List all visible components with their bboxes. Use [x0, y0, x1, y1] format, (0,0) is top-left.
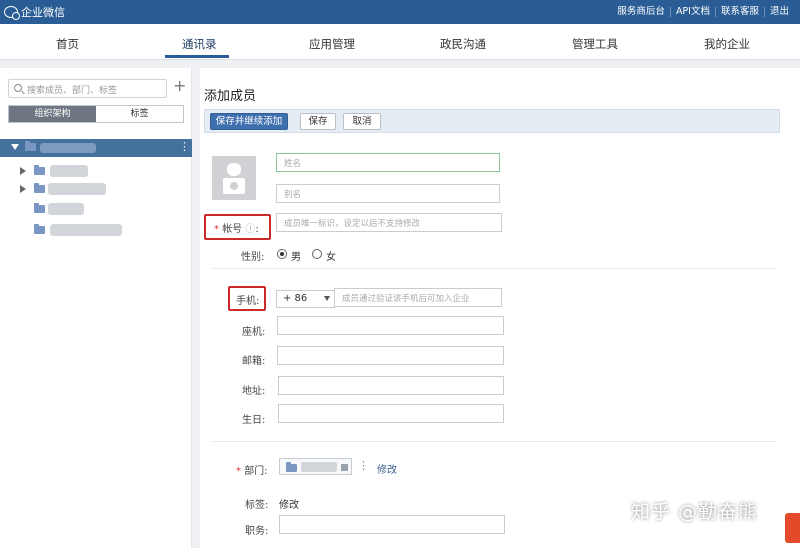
- birthday-label: 生日:: [242, 415, 266, 426]
- tree-item[interactable]: [20, 223, 140, 237]
- phone-label: 手机:: [236, 296, 260, 307]
- expand-caret-icon[interactable]: [20, 185, 26, 193]
- name-field[interactable]: 姓名: [276, 153, 500, 172]
- folder-icon: [34, 203, 45, 213]
- link-logout[interactable]: 退出: [763, 7, 794, 17]
- country-code-select[interactable]: + 86: [276, 290, 335, 308]
- folder-icon: [34, 224, 45, 234]
- avatar-upload[interactable]: [212, 156, 256, 200]
- phone-placeholder: 成员通过验证该手机后可加入企业: [342, 294, 470, 304]
- tab-my-enterprise[interactable]: 我的企业: [704, 36, 750, 52]
- gender-male-label: 男: [291, 252, 301, 263]
- top-links: 服务商后台 API文档 联系客服 退出: [612, 0, 794, 24]
- gender-label: 性别:: [241, 252, 265, 263]
- email-field[interactable]: [277, 346, 504, 365]
- search-input[interactable]: 搜索成员、部门、标签: [8, 79, 167, 98]
- segment-org-structure[interactable]: 组织架构: [9, 106, 96, 122]
- alias-placeholder: 别名: [284, 190, 302, 200]
- section-divider: [212, 268, 777, 269]
- tree-root-item[interactable]: ⋮: [0, 139, 192, 157]
- search-icon: [14, 84, 22, 92]
- department-label-text: 部门:: [244, 466, 268, 477]
- link-contact-support[interactable]: 联系客服: [714, 7, 764, 17]
- account-label: * 帐号 ⓘ:: [214, 224, 259, 235]
- watermark: 知乎 @勤奋熊: [631, 501, 759, 523]
- gender-male-radio[interactable]: [277, 249, 287, 259]
- account-label-text: 帐号: [222, 224, 243, 235]
- segment-tags[interactable]: 标签: [96, 106, 183, 122]
- tag-label: 标签:: [245, 500, 269, 511]
- tree-item[interactable]: [20, 202, 140, 216]
- page-title: 添加成员: [204, 89, 257, 104]
- address-label: 地址:: [242, 386, 266, 397]
- alias-field[interactable]: 别名: [276, 184, 500, 203]
- tag-modify-link[interactable]: 修改: [279, 496, 299, 511]
- expand-arrow-icon[interactable]: [11, 144, 19, 150]
- tab-management-tools[interactable]: 管理工具: [572, 36, 618, 52]
- department-modify-link[interactable]: 修改: [377, 461, 397, 476]
- expand-caret-icon[interactable]: [20, 167, 26, 175]
- blurred-dept-name: [50, 224, 122, 236]
- app-title: 企业微信: [21, 6, 65, 19]
- add-member-panel: 添加成员 保存并继续添加 保存 取消 姓名 别名 * 帐号 ⓘ: 成员唯一标识，…: [200, 68, 800, 548]
- cancel-button[interactable]: 取消: [343, 113, 381, 130]
- blurred-dept-name: [48, 183, 106, 195]
- info-icon[interactable]: ⓘ: [245, 224, 255, 235]
- tab-app-management[interactable]: 应用管理: [309, 36, 355, 52]
- tab-home[interactable]: 首页: [56, 36, 79, 52]
- remove-icon[interactable]: [341, 464, 348, 471]
- name-placeholder: 姓名: [284, 159, 302, 169]
- folder-icon: [34, 183, 45, 193]
- birthday-field[interactable]: [278, 404, 504, 423]
- folder-icon: [34, 165, 45, 175]
- folder-icon: [25, 141, 36, 151]
- position-field[interactable]: [279, 515, 505, 534]
- dropdown-arrow-icon: [324, 296, 330, 301]
- position-label: 职务:: [245, 526, 269, 537]
- link-provider-backend[interactable]: 服务商后台: [612, 7, 670, 17]
- blurred-dept-name: [48, 203, 84, 215]
- blurred-dept-name: [40, 143, 96, 153]
- gender-female-radio[interactable]: [312, 249, 322, 259]
- add-icon[interactable]: +: [173, 76, 186, 95]
- save-button[interactable]: 保存: [300, 113, 336, 130]
- address-field[interactable]: [278, 376, 504, 395]
- tree-item[interactable]: [20, 182, 140, 196]
- more-icon[interactable]: ⋮: [179, 140, 190, 153]
- required-marker: *: [214, 224, 223, 235]
- account-placeholder: 成员唯一标识，设定以后不支持修改: [284, 219, 421, 229]
- person-icon: [223, 163, 245, 194]
- account-field[interactable]: 成员唯一标识，设定以后不支持修改: [276, 213, 502, 232]
- gender-female-label: 女: [326, 252, 336, 263]
- tab-citizen-communication[interactable]: 政民沟通: [440, 36, 486, 52]
- sidebar: 搜索成员、部门、标签 + 组织架构 标签 ⋮: [0, 68, 192, 548]
- email-label: 邮箱:: [242, 356, 266, 367]
- section-divider: [212, 441, 777, 442]
- app-logo[interactable]: 企业微信: [4, 4, 65, 20]
- landline-label: 座机:: [242, 327, 266, 338]
- required-marker: *: [236, 466, 245, 477]
- main-nav: 首页 通讯录 应用管理 政民沟通 管理工具 我的企业: [0, 24, 800, 60]
- search-placeholder: 搜索成员、部门、标签: [27, 86, 118, 96]
- department-chip[interactable]: [279, 458, 352, 475]
- sidebar-segment-control: 组织架构 标签: [8, 105, 184, 123]
- blurred-dept-name: [301, 462, 337, 472]
- tree-item[interactable]: [20, 164, 140, 178]
- corner-logo: [785, 513, 800, 543]
- country-code-value: + 86: [283, 293, 308, 304]
- folder-icon: [286, 462, 297, 472]
- landline-field[interactable]: [277, 316, 504, 335]
- top-bar: 企业微信 服务商后台 API文档 联系客服 退出: [0, 0, 800, 24]
- form-toolbar: 保存并继续添加 保存 取消: [204, 109, 780, 133]
- phone-field[interactable]: 成员通过验证该手机后可加入企业: [334, 288, 502, 307]
- save-and-continue-button[interactable]: 保存并继续添加: [210, 113, 288, 130]
- tab-contacts[interactable]: 通讯录: [182, 36, 217, 52]
- wecom-logo-icon: [4, 6, 20, 20]
- blurred-dept-name: [50, 165, 88, 177]
- link-api-docs[interactable]: API文档: [669, 7, 715, 17]
- more-icon[interactable]: ⋮: [358, 459, 369, 472]
- active-tab-indicator: [165, 55, 229, 58]
- department-label: * 部门:: [236, 462, 268, 477]
